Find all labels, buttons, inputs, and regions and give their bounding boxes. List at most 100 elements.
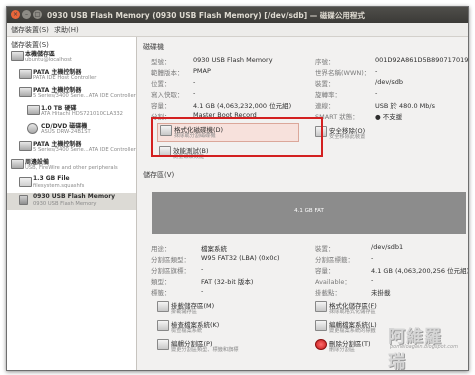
safe-remove-subtitle: 安全移除此裝置 xyxy=(329,134,366,140)
drive-write-cache-value: - xyxy=(193,89,196,97)
sidebar-item-sublabel: ASUS DRW-24B1ST xyxy=(41,129,91,135)
volume-type-label: 類型： xyxy=(151,278,171,286)
drive-smart-value: ● 不支援 xyxy=(375,113,403,121)
mount-volume-button[interactable]: 掛載儲存區(M) 掛載儲存區 xyxy=(157,300,297,315)
minimize-window-button[interactable]: – xyxy=(22,10,31,19)
volume-partition-label-label: 分割區標籤： xyxy=(315,256,354,264)
format-volume-subtitle: 抹除或格式化儲存區 xyxy=(329,309,376,315)
drive-connection-label: 連線： xyxy=(315,102,335,110)
sidebar-item-pata-controller-3[interactable]: PATA 主機控制器 5 Series/3400 Serie...ATA IDE… xyxy=(7,139,136,156)
sidebar-item-sublabel: 5 Series/3400 Serie...ATA IDE Controller xyxy=(33,147,136,153)
format-drive-highlight-box xyxy=(151,117,323,157)
mount-volume-subtitle: 掛載儲存區 xyxy=(171,309,197,315)
drive-location-label: 位置： xyxy=(151,80,171,88)
drive-device-label: 裝置： xyxy=(315,80,335,88)
volume-partition-label-value: - xyxy=(371,254,374,262)
volume-mount-point-label: 掛載點： xyxy=(315,289,341,297)
check-filesystem-button[interactable]: 檢查檔案系統(K) 檢查檔案系統 xyxy=(157,319,297,334)
sidebar: 儲存裝置(S) 本機儲存區 ubuntu@localhost PATA 主機控制… xyxy=(7,37,137,370)
sidebar-item-sublabel: ATA Hitachi HDS721010CLA332 xyxy=(41,111,123,117)
computer-icon xyxy=(11,51,24,61)
sidebar-item-sublabel: 5 Series/3400 Serie...ATA IDE Controller xyxy=(33,93,136,99)
maximize-icon: □ xyxy=(34,11,41,18)
controller-icon xyxy=(19,141,32,151)
drive-write-cache-label: 寫入快取： xyxy=(151,91,184,99)
peripherals-icon xyxy=(11,159,24,169)
main-content: 磁碟機 型號： 0930 USB Flash Memory 範體版本： PMAP… xyxy=(137,37,468,370)
volume-partition-type-value: W95 FAT32 (LBA) (0x0c) xyxy=(201,254,280,262)
sidebar-item-squashfs-file[interactable]: 1.3 GB File filesystem.squashfs xyxy=(7,175,136,192)
volume-type-value: FAT (32-bit 版本) xyxy=(201,278,254,286)
controller-icon xyxy=(19,87,32,97)
volume-partition-bar[interactable]: 4.1 GB FAT xyxy=(152,192,466,234)
volume-label-value: - xyxy=(201,287,204,295)
menu-bar: 儲存裝置(S) 求助(H) xyxy=(7,23,468,37)
volume-partition-flags-label: 分割區旗標： xyxy=(151,267,190,275)
minimize-icon: – xyxy=(25,11,28,18)
sidebar-item-optical-drive[interactable]: CD/DVD 磁碟機 ASUS DRW-24B1ST xyxy=(7,121,136,138)
drive-serial-label: 序號： xyxy=(315,58,335,66)
format-volume-icon xyxy=(315,301,327,312)
drive-section-title: 磁碟機 xyxy=(143,43,164,51)
drive-rotation-label: 旋轉率： xyxy=(315,91,341,99)
sidebar-item-sublabel: 0930 USB Flash Memory xyxy=(33,201,97,207)
volume-partition-label: 4.1 GB FAT xyxy=(294,208,324,214)
usb-drive-icon xyxy=(19,195,28,205)
drive-location-value: - xyxy=(193,78,196,86)
safe-remove-button[interactable]: 安全移除(O) 安全移除此裝置 xyxy=(315,125,445,140)
drive-firmware-value: PMAP xyxy=(193,67,211,75)
mount-icon xyxy=(157,301,169,312)
optical-disc-icon xyxy=(27,123,38,134)
title-bar: × – □ 0930 USB Flash Memory (0930 USB Fl… xyxy=(7,7,468,23)
close-icon: × xyxy=(12,11,19,18)
sidebar-item-peripherals[interactable]: 周邊設備 USB, FireWire and other peripherals xyxy=(7,157,136,174)
drive-wwn-value: - xyxy=(375,67,378,75)
volume-capacity-label: 容量： xyxy=(315,267,335,275)
volume-label-label: 標籤： xyxy=(151,289,171,297)
sidebar-item-hard-disk[interactable]: 1.0 TB 硬碟 ATA Hitachi HDS721010CLA332 xyxy=(7,103,136,120)
sidebar-item-sublabel: USB, FireWire and other peripherals xyxy=(25,165,118,171)
menu-storage-devices[interactable]: 儲存裝置(S) xyxy=(11,25,49,35)
sidebar-item-pata-controller-2[interactable]: PATA 主機控制器 5 Series/3400 Serie...ATA IDE… xyxy=(7,85,136,102)
volume-capacity-value: 4.1 GB (4,063,200,256 位元組) xyxy=(371,267,469,275)
edit-partition-button[interactable]: 編輯分割區(P) 變更分割區類型、標籤和旗標 xyxy=(157,338,297,353)
check-filesystem-icon xyxy=(157,320,169,331)
edit-filesystem-icon xyxy=(315,320,327,331)
format-volume-button[interactable]: 格式化儲存區(F) 抹除或格式化儲存區 xyxy=(315,300,455,315)
hard-disk-icon xyxy=(27,105,40,115)
check-filesystem-subtitle: 檢查檔案系統 xyxy=(171,328,203,334)
maximize-window-button[interactable]: □ xyxy=(33,10,42,19)
edit-partition-subtitle: 變更分割區類型、標籤和旗標 xyxy=(171,347,239,353)
sidebar-item-sublabel: ubuntu@localhost xyxy=(25,57,72,63)
sidebar-item-local-storage[interactable]: 本機儲存區 ubuntu@localhost xyxy=(7,49,136,66)
sidebar-item-label: 0930 USB Flash Memory xyxy=(33,193,116,200)
drive-firmware-label: 範體版本： xyxy=(151,69,184,77)
volume-partition-flags-value: - xyxy=(201,265,204,273)
window-title: 0930 USB Flash Memory (0930 USB Flash Me… xyxy=(47,11,365,20)
file-icon xyxy=(19,177,32,187)
delete-partition-subtitle: 刪除分割區 xyxy=(329,347,355,353)
drive-connection-value: USB 於 480.0 Mb/s xyxy=(375,102,435,110)
drive-model-value: 0930 USB Flash Memory xyxy=(193,56,273,64)
volume-usage-label: 用途： xyxy=(151,245,171,253)
volume-device-value: /dev/sdb1 xyxy=(371,243,404,251)
close-window-button[interactable]: × xyxy=(11,10,20,19)
delete-icon xyxy=(315,339,327,350)
sidebar-item-usb-flash[interactable]: 0930 USB Flash Memory 0930 USB Flash Mem… xyxy=(7,193,136,210)
edit-partition-icon xyxy=(157,339,169,350)
drive-model-label: 型號： xyxy=(151,58,171,66)
sidebar-item-pata-controller-1[interactable]: PATA 主機控制器 PATA IDE Host Controller xyxy=(7,67,136,84)
sidebar-item-sublabel: PATA IDE Host Controller xyxy=(33,75,97,81)
volume-usage-value: 檔案系統 xyxy=(201,245,227,253)
watermark-subtext: pomeloagain.blogspot.com xyxy=(390,344,458,350)
volume-mount-point-value: 未掛載 xyxy=(371,289,391,297)
volume-partition-type-label: 分割區類型： xyxy=(151,256,190,264)
drive-rotation-value: - xyxy=(375,89,378,97)
menu-help[interactable]: 求助(H) xyxy=(54,25,79,35)
controller-icon xyxy=(19,69,32,79)
volume-available-value: - xyxy=(371,276,374,284)
sidebar-item-label: 1.3 GB File xyxy=(33,175,70,182)
drive-capacity-label: 容量： xyxy=(151,102,171,110)
drive-device-value: /dev/sdb xyxy=(375,78,403,86)
app-window: × – □ 0930 USB Flash Memory (0930 USB Fl… xyxy=(6,6,469,371)
